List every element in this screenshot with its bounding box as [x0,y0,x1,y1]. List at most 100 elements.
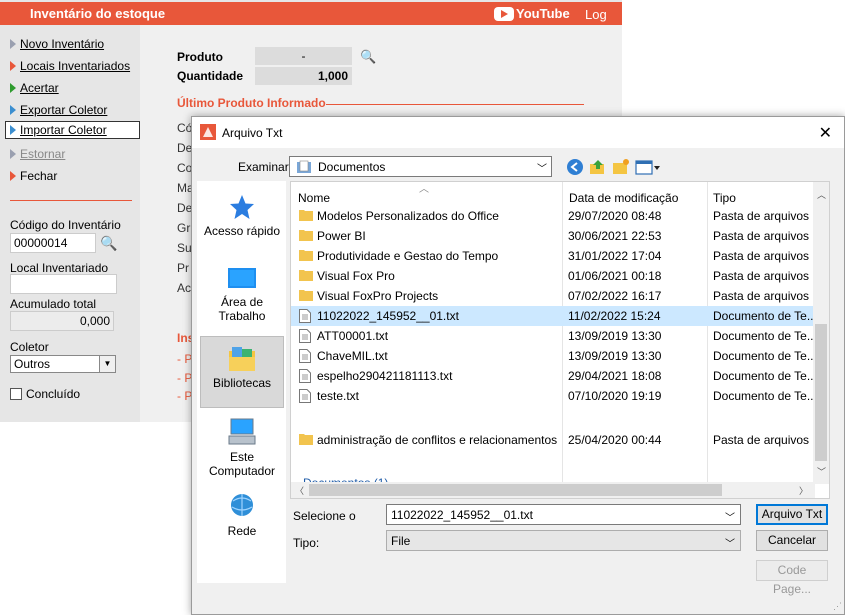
cancel-button[interactable]: Cancelar [756,530,828,551]
youtube-link[interactable]: YouTube [494,6,570,21]
file-row[interactable]: administração de conflitos e relacioname… [291,430,815,450]
checkbox-box[interactable] [10,388,22,400]
column-header-data[interactable]: Data de modificação [569,191,678,205]
place-label: Rede [227,524,257,538]
text-file-icon [299,309,311,323]
file-row[interactable]: Visual FoxPro Projects 07/02/2022 16:17 … [291,286,815,306]
back-icon[interactable] [566,158,584,176]
file-row[interactable]: ATT00001.txt 13/09/2019 13:30 Documento … [291,326,815,346]
file-date: 13/09/2019 13:30 [568,329,662,343]
place-este-computador[interactable]: Este Computador [200,417,284,478]
file-name: Modelos Personalizados do Office [317,209,499,223]
place-bibliotecas[interactable]: Bibliotecas [200,336,284,408]
tipo-label: Tipo: [293,536,320,550]
close-icon[interactable]: ✕ [819,123,832,143]
sidebar-item-label: Estornar [20,147,66,161]
sidebar-item-label: Fechar [20,169,58,183]
sidebar-item-exportar-coletor[interactable]: Exportar Coletor [10,101,107,119]
libraries-icon [229,347,255,371]
coletor-select[interactable]: Outros ▼ [10,355,116,373]
file-row[interactable]: ChaveMIL.txt 13/09/2019 13:30 Documento … [291,346,815,366]
sidebar-item-fechar[interactable]: Fechar [10,167,57,185]
up-folder-icon[interactable] [589,158,607,176]
place-label: Acesso rápido [203,224,281,238]
resize-grip-icon[interactable]: ⋰ [833,601,842,612]
scroll-down-icon[interactable]: ﹀ [817,465,826,478]
file-row[interactable]: Modelos Personalizados do Office 29/07/2… [291,206,815,226]
app-title: Inventário do estoque [30,6,166,21]
vertical-scrollbar[interactable]: ︿ ﹀ [813,182,829,484]
local-input[interactable] [10,274,117,294]
file-row[interactable]: Produtividade e Gestao do Tempo 31/01/20… [291,246,815,266]
folder-icon [299,270,313,281]
view-menu-icon[interactable] [635,158,661,176]
documents-folder-icon [297,160,311,173]
file-type: Pasta de arquivos [713,249,810,263]
sidebar-item-estornar[interactable]: Estornar [10,145,65,163]
code-page-button[interactable]: Code Page... [756,560,828,596]
sidebar-item-label: Locais Inventariados [20,59,131,73]
examinar-combo[interactable]: Documentos ﹀ [289,156,552,177]
info-label: Gr [177,221,191,235]
file-row[interactable]: Power BI 30/06/2021 22:53 Pasta de arqui… [291,226,815,246]
place-rede[interactable]: Rede [200,491,284,538]
file-row[interactable]: teste.txt 07/10/2020 19:19 Documento de … [291,386,815,406]
concluido-label: Concluído [26,387,81,401]
scrollbar-thumb[interactable] [815,324,827,461]
chevron-down-icon[interactable]: ▼ [99,356,115,372]
sidebar-item-locais-inventariados[interactable]: Locais Inventariados [10,57,130,75]
chevron-down-icon[interactable]: ﹀ [725,535,735,550]
concluido-checkbox[interactable]: Concluído [10,387,80,401]
triangle-icon [10,171,16,181]
chevron-down-icon[interactable]: ﹀ [725,509,735,524]
sort-up-icon: ︿ [419,184,429,195]
file-date: 25/04/2020 00:44 [568,433,662,447]
file-name: administração de conflitos e relacioname… [317,433,558,447]
coletor-label: Coletor [10,340,49,354]
produto-field[interactable]: - [255,47,352,65]
place-label: Área de Trabalho [218,295,266,323]
column-header-tipo[interactable]: Tipo [713,191,736,205]
acumulado-value: 0,000 [10,311,114,331]
file-row[interactable]: espelho290421181113.txt 29/04/2021 18:08… [291,366,815,386]
scrollbar-thumb[interactable] [309,484,722,496]
scroll-right-icon[interactable]: 〉 [799,484,808,497]
file-row[interactable]: Visual Fox Pro 01/06/2021 00:18 Pasta de… [291,266,815,286]
new-folder-icon[interactable] [612,158,630,176]
scroll-up-icon[interactable]: ︿ [817,188,826,201]
sidebar-item-label: Novo Inventário [20,37,105,51]
file-date: 11/02/2022 15:24 [568,309,661,323]
filetype-select[interactable]: File ﹀ [386,530,741,551]
search-icon[interactable]: 🔍 [360,49,376,65]
network-icon [231,494,253,516]
triangle-icon [10,149,16,159]
heading-divider [326,104,584,105]
column-header-nome[interactable]: Nome [298,191,330,205]
log-link[interactable]: Log [585,7,607,22]
app-header: Inventário do estoque YouTube Log [0,2,622,25]
triangle-icon [10,105,16,115]
open-button[interactable]: Arquivo Txt [756,504,828,525]
sidebar-item-importar-coletor[interactable]: Importar Coletor [5,121,140,139]
folder-icon [299,434,313,445]
codigo-input[interactable]: 00000014 [10,233,96,253]
filename-input[interactable]: 11022022_145952__01.txt ﹀ [386,504,741,525]
youtube-label: YouTube [516,6,570,21]
quantidade-field[interactable]: 1,000 [255,67,352,85]
file-row-selected[interactable]: 11022022_145952__01.txt 11/02/2022 15:24… [291,306,815,326]
sidebar-item-acertar[interactable]: Acertar [10,79,59,97]
search-icon[interactable]: 🔍 [100,235,117,252]
file-type: Pasta de arquivos [713,269,810,283]
sidebar-item-novo-inventario[interactable]: Novo Inventário [10,35,104,53]
examinar-value: Documentos [318,159,386,174]
produto-label: Produto [177,50,223,64]
horizontal-scrollbar[interactable]: 〈 〉 [291,482,815,498]
file-date: 30/06/2021 22:53 [568,229,662,243]
place-acesso-rapido[interactable]: Acesso rápido [200,193,284,238]
sidebar-item-label: Exportar Coletor [20,103,108,117]
file-type: Documento de Te... [713,369,813,383]
place-area-de-trabalho[interactable]: Área de Trabalho [200,266,284,323]
file-list[interactable]: ︿ Nome Data de modificação Tipo Modelos … [290,181,830,499]
scroll-left-icon[interactable]: 〈 [295,484,304,497]
info-label: Su [177,241,192,255]
